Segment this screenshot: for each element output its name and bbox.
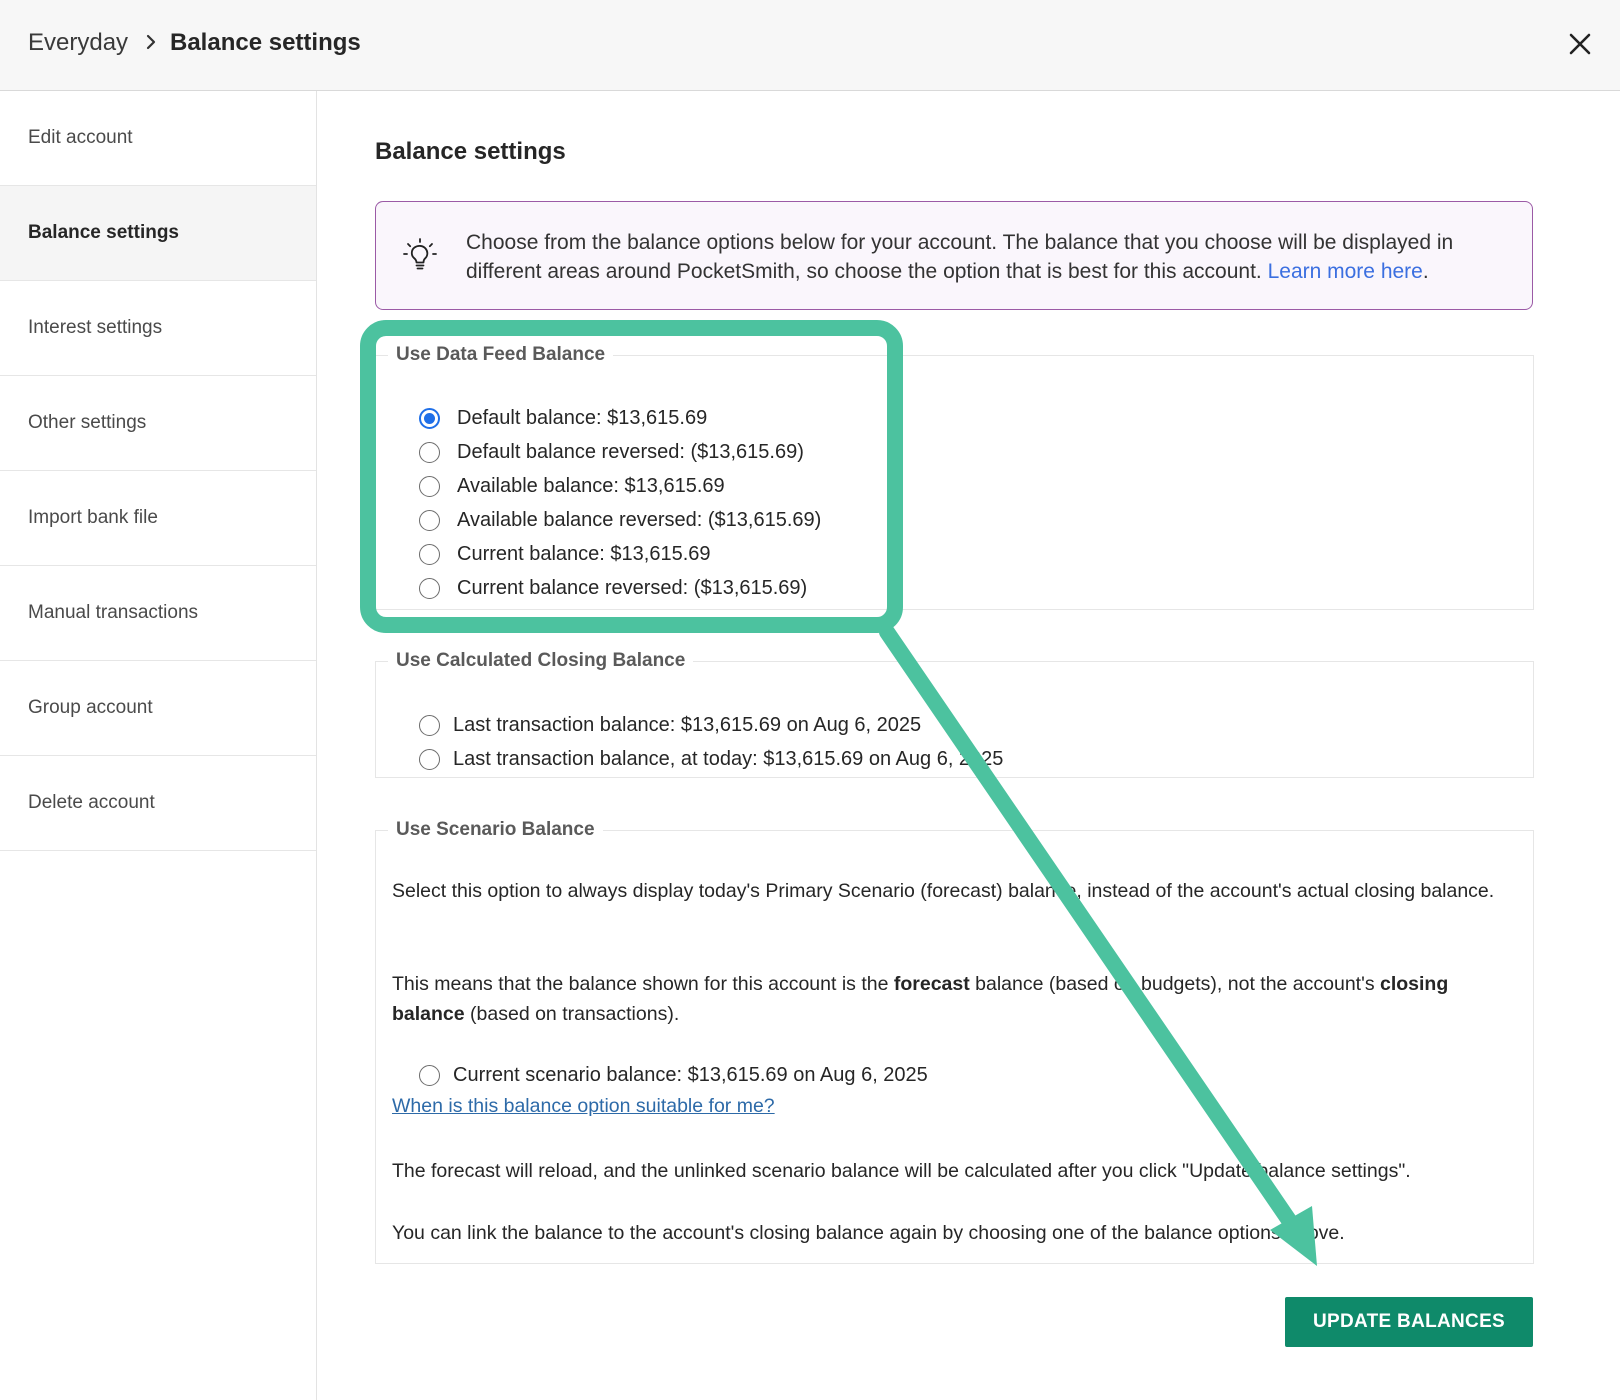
radio-label: Current scenario balance: $13,615.69 on … (453, 1064, 928, 1086)
sidebar-item-other-settings[interactable]: Other settings (0, 376, 316, 471)
scenario-reload-note: The forecast will reload, and the unlink… (392, 1160, 1411, 1182)
sidebar-item-label: Group account (28, 697, 153, 718)
sidebar-item-label: Balance settings (28, 222, 179, 243)
calculated-closing-balance-group: Use Calculated Closing Balance Last tran… (375, 650, 1534, 778)
radio-option-current-balance[interactable]: Current balance: $13,615.69 (419, 543, 711, 566)
radio-label: Available balance reversed: ($13,615.69) (457, 509, 822, 531)
sidebar-item-label: Manual transactions (28, 602, 199, 623)
sidebar-item-label: Import bank file (28, 507, 158, 528)
scenario-relink-note: You can link the balance to the account'… (392, 1222, 1345, 1244)
header-bar: Everyday Balance settings (0, 0, 1620, 91)
calculated-legend: Use Calculated Closing Balance (396, 650, 686, 671)
data-feed-legend: Use Data Feed Balance (396, 344, 606, 365)
scenario-description: Select this option to always display tod… (392, 880, 1495, 902)
bold-forecast: forecast (893, 973, 970, 995)
sidebar-item-edit-account[interactable]: Edit account (0, 91, 316, 186)
radio-option-last-transaction-balance-today[interactable]: Last transaction balance, at today: $13,… (419, 748, 1003, 771)
update-balances-button[interactable]: UPDATE BALANCES (1285, 1297, 1533, 1347)
sidebar-item-label: Edit account (28, 127, 133, 148)
text-fragment: This means that the balance shown for th… (392, 973, 894, 995)
scenario-legend: Use Scenario Balance (396, 819, 595, 840)
radio-option-available-balance[interactable]: Available balance: $13,615.69 (419, 475, 725, 498)
sidebar-item-manual-transactions[interactable]: Manual transactions (0, 566, 316, 661)
learn-more-link[interactable]: Learn more here (1268, 260, 1423, 283)
lightbulb-icon (403, 238, 437, 270)
breadcrumb-parent[interactable]: Everyday (28, 29, 128, 57)
close-icon[interactable] (1566, 30, 1594, 58)
scenario-balance-group: Use Scenario Balance Select this option … (375, 819, 1534, 1264)
radio-label: Default balance reversed: ($13,615.69) (457, 441, 804, 463)
radio-label: Available balance: $13,615.69 (457, 475, 725, 497)
radio-button[interactable] (419, 544, 440, 565)
radio-label: Last transaction balance: $13,615.69 on … (453, 714, 922, 736)
page-title: Balance settings (375, 138, 566, 165)
radio-label: Default balance: $13,615.69 (457, 407, 708, 429)
radio-button[interactable] (419, 408, 440, 429)
radio-button[interactable] (419, 510, 440, 531)
sidebar-item-group-account[interactable]: Group account (0, 661, 316, 756)
radio-button[interactable] (419, 476, 440, 497)
sidebar-item-interest-settings[interactable]: Interest settings (0, 281, 316, 376)
sidebar-item-import-bank-file[interactable]: Import bank file (0, 471, 316, 566)
sidebar-nav: Edit account Balance settings Interest s… (0, 91, 317, 1400)
radio-button[interactable] (419, 442, 440, 463)
radio-button[interactable] (419, 578, 440, 599)
radio-option-current-balance-reversed[interactable]: Current balance reversed: ($13,615.69) (419, 577, 807, 600)
radio-option-available-balance-reversed[interactable]: Available balance reversed: ($13,615.69) (419, 509, 821, 532)
info-trailing: . (1422, 260, 1429, 283)
scenario-explanation: This means that the balance shown for th… (392, 969, 1502, 1029)
radio-label: Current balance: $13,615.69 (457, 543, 711, 565)
radio-button[interactable] (419, 749, 440, 770)
balance-suitability-link[interactable]: When is this balance option suitable for… (392, 1095, 775, 1118)
sidebar-item-label: Delete account (28, 792, 155, 813)
text-fragment: balance (based on budgets), not the acco… (969, 973, 1380, 995)
radio-option-default-balance[interactable]: Default balance: $13,615.69 (419, 407, 707, 430)
data-feed-balance-group: Use Data Feed Balance Default balance: $… (375, 344, 1534, 610)
radio-button[interactable] (419, 715, 440, 736)
sidebar-item-label: Other settings (28, 412, 147, 433)
radio-button[interactable] (419, 1065, 440, 1086)
sidebar-item-label: Interest settings (28, 317, 163, 338)
radio-label: Last transaction balance, at today: $13,… (453, 748, 1004, 770)
radio-option-current-scenario-balance[interactable]: Current scenario balance: $13,615.69 on … (419, 1064, 928, 1087)
radio-option-default-balance-reversed[interactable]: Default balance reversed: ($13,615.69) (419, 441, 804, 464)
info-callout: Choose from the balance options below fo… (375, 201, 1533, 310)
text-fragment: (based on transactions). (464, 1003, 680, 1025)
breadcrumb-current: Balance settings (170, 29, 361, 56)
radio-label: Current balance reversed: ($13,615.69) (457, 577, 808, 599)
sidebar-item-balance-settings[interactable]: Balance settings (0, 186, 316, 281)
info-text: Choose from the balance options below fo… (466, 228, 1516, 286)
radio-option-last-transaction-balance[interactable]: Last transaction balance: $13,615.69 on … (419, 714, 921, 737)
chevron-right-icon (146, 34, 156, 50)
sidebar-item-delete-account[interactable]: Delete account (0, 756, 316, 851)
